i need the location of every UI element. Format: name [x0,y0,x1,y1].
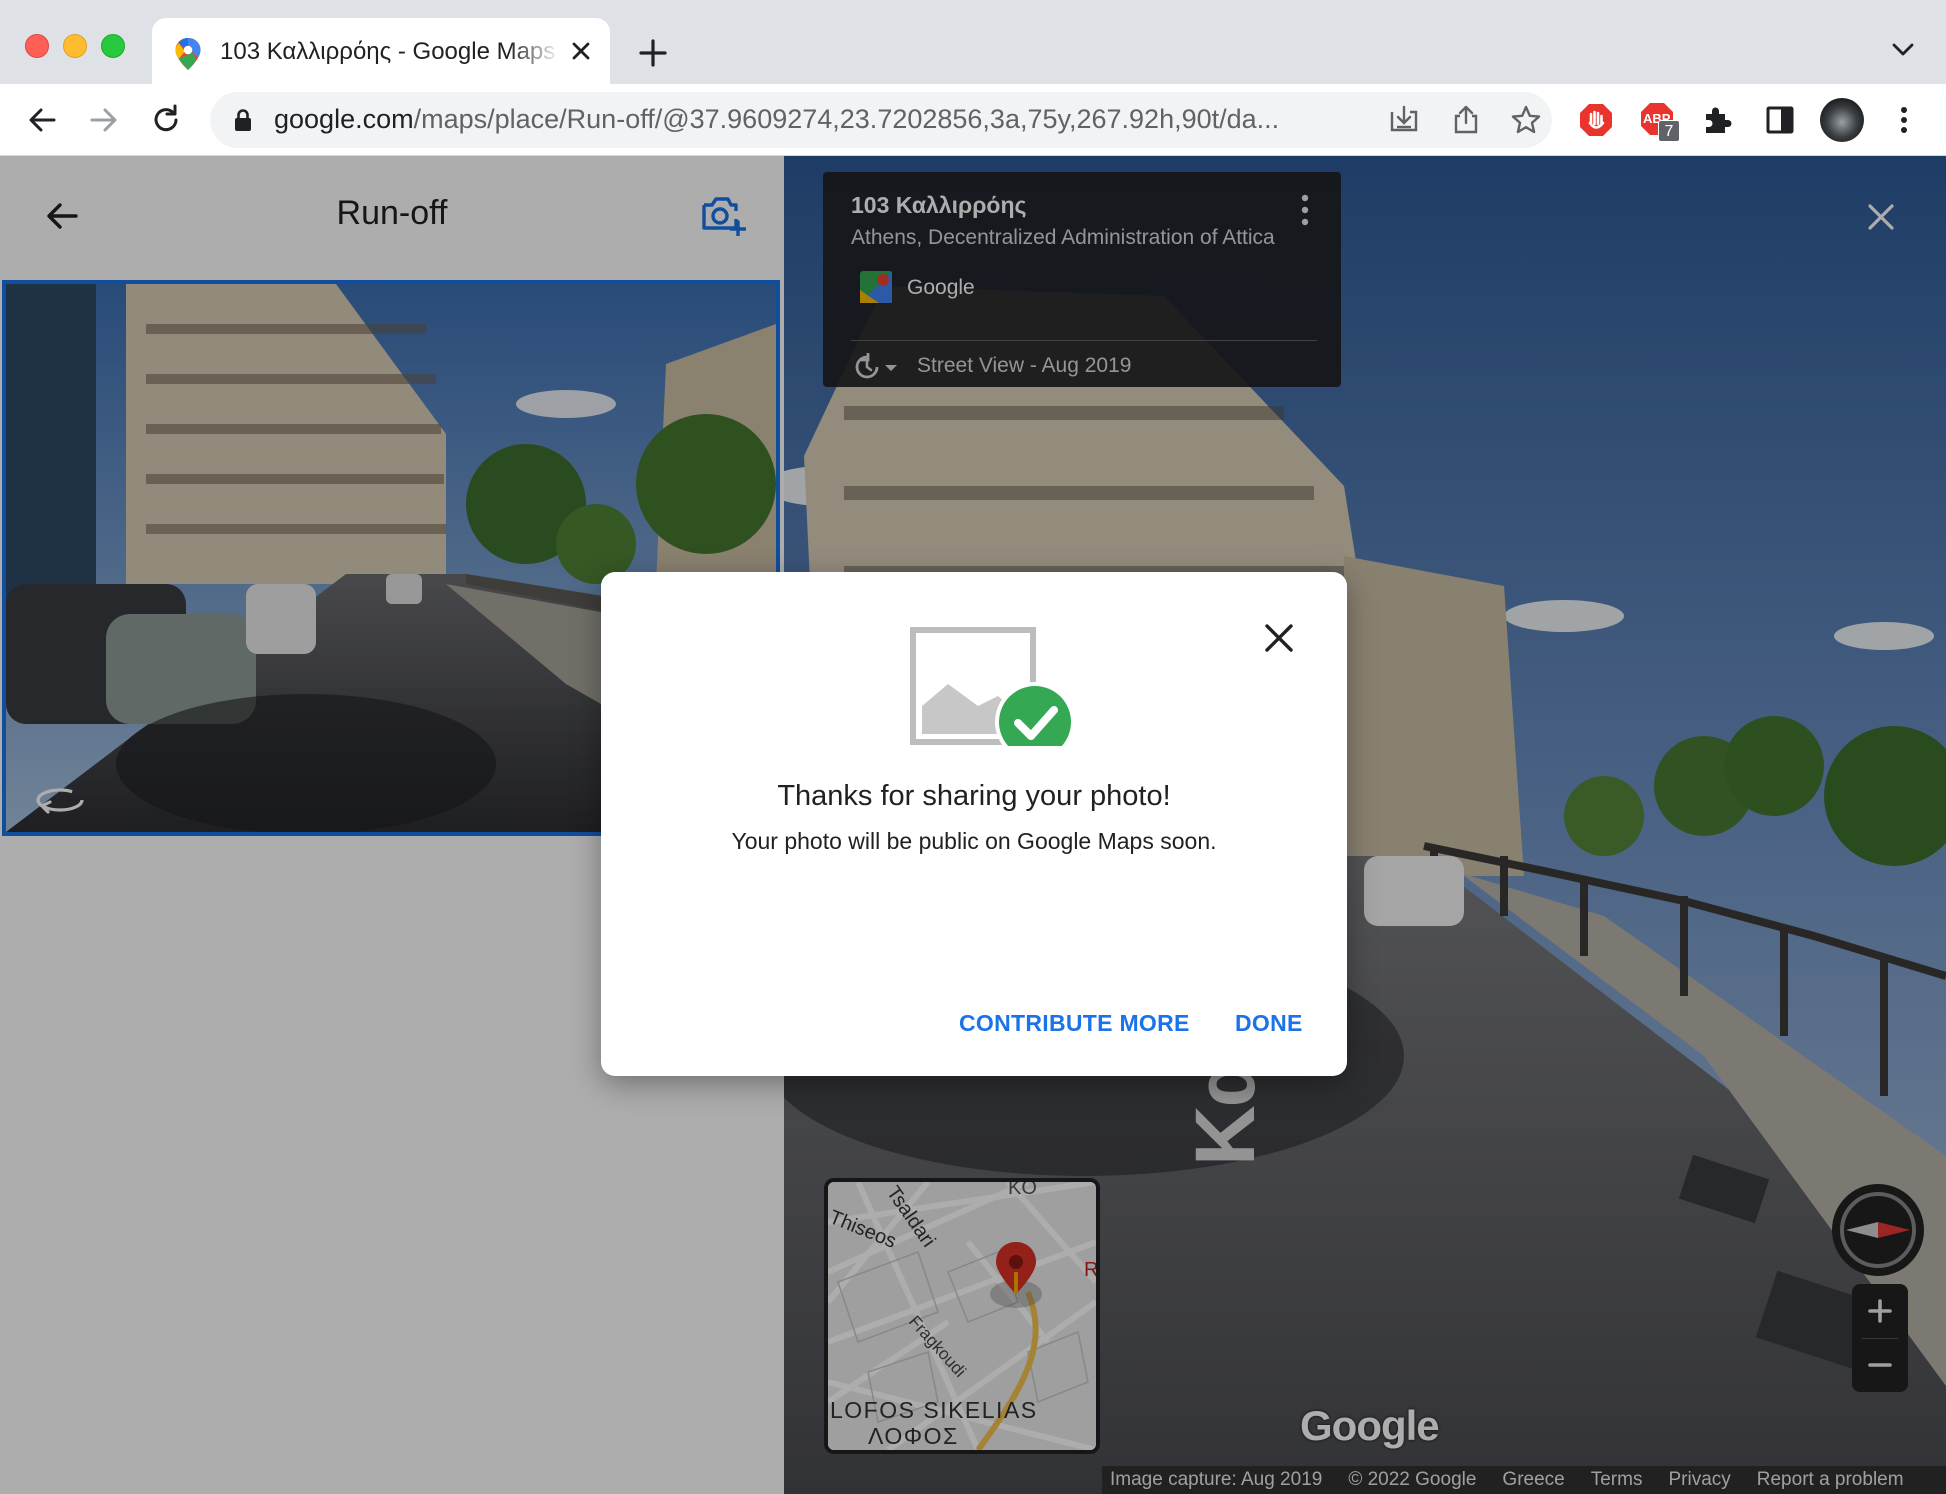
new-tab-icon[interactable] [636,36,670,70]
tab-title: 103 Καλλιρρόης - Google Maps [220,38,556,65]
window-zoom-button[interactable] [101,34,125,58]
done-button[interactable]: DONE [1235,1010,1303,1037]
adblock-plus-extension[interactable]: ABP 7 [1640,102,1680,142]
bookmark-star-icon[interactable] [1510,104,1542,136]
url-text[interactable]: google.com/maps/place/Run-off/@37.960927… [274,104,1374,135]
side-panel-icon[interactable] [1762,102,1798,138]
back-icon[interactable] [24,102,60,138]
contribute-more-button[interactable]: CONTRIBUTE MORE [959,1010,1190,1037]
browser-titlebar: 103 Καλλιρρόης - Google Maps [0,0,1946,84]
window-minimize-button[interactable] [63,34,87,58]
lock-icon[interactable] [232,108,254,132]
browser-toolbar: google.com/maps/place/Run-off/@37.960927… [0,84,1946,156]
forward-icon[interactable] [86,102,122,138]
address-bar[interactable]: google.com/maps/place/Run-off/@37.960927… [210,92,1552,148]
url-path: /maps/place/Run-off/@37.9609274,23.72028… [413,104,1280,134]
google-maps-pin-icon [175,38,201,70]
window-close-button[interactable] [25,34,49,58]
dialog-title: Thanks for sharing your photo! [777,780,1171,812]
adblock-extension-icon[interactable] [1578,102,1614,138]
tab-search-chevron-icon[interactable] [1890,40,1916,60]
install-icon[interactable] [1388,104,1420,136]
tab-close-icon[interactable] [568,38,594,64]
photo-uploaded-illustration [910,627,1075,746]
profile-avatar[interactable] [1820,98,1864,142]
share-icon[interactable] [1450,104,1482,136]
dialog-message: Your photo will be public on Google Maps… [731,828,1217,854]
dialog-close-icon[interactable] [1261,620,1297,656]
extension-badge-count: 7 [1658,120,1680,142]
url-host: google.com [274,104,414,134]
browser-tab-active[interactable]: 103 Καλλιρρόης - Google Maps [152,18,610,84]
chrome-menu-icon[interactable] [1886,102,1922,138]
photo-shared-dialog: Thanks for sharing your photo! Your phot… [601,572,1347,1076]
reload-icon[interactable] [148,102,184,138]
extensions-puzzle-icon[interactable] [1700,102,1736,138]
